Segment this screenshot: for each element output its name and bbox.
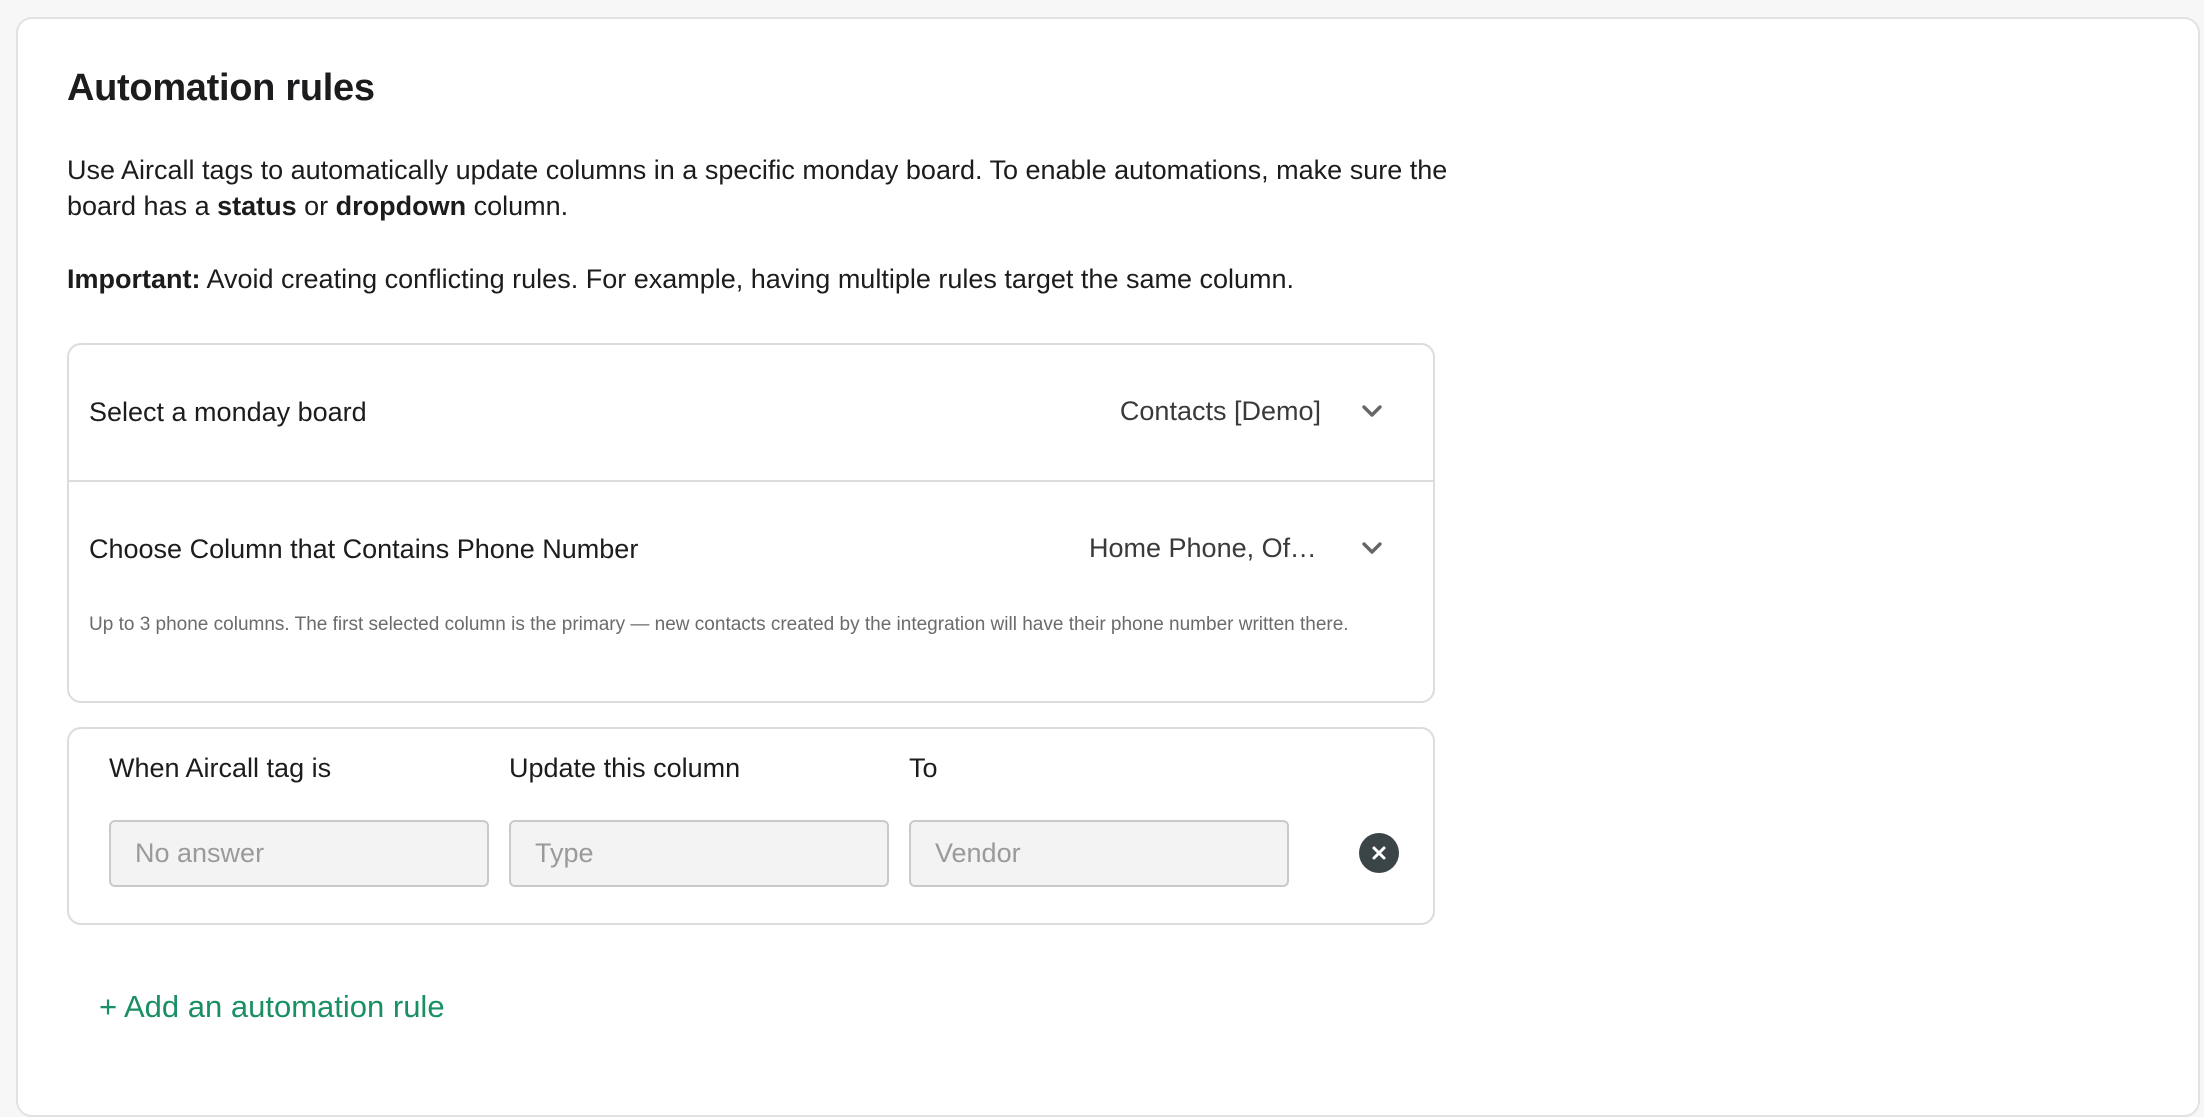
description-dropdown-word: dropdown (335, 191, 467, 221)
phone-column-hint: Up to 3 phone columns. The first selecte… (89, 614, 1349, 635)
chevron-down-icon (1361, 400, 1383, 422)
tag-input[interactable] (109, 820, 489, 887)
close-icon (1372, 846, 1386, 860)
board-select[interactable]: Contacts [Demo] (1120, 391, 1383, 431)
board-settings: Select a monday board Contacts [Demo] Ch… (67, 343, 1435, 703)
chevron-down-icon (1361, 537, 1383, 559)
column-input[interactable] (509, 820, 889, 887)
description: Use Aircall tags to automatically update… (67, 152, 1467, 224)
add-automation-rule-button[interactable]: + Add an automation rule (99, 989, 445, 1025)
page-title: Automation rules (67, 67, 375, 109)
important-text: Avoid creating conflicting rules. For ex… (200, 264, 1295, 294)
value-input[interactable] (909, 820, 1289, 887)
phone-column-label: Choose Column that Contains Phone Number (89, 534, 639, 564)
tag-column-header: When Aircall tag is (109, 753, 332, 783)
board-select-row: Select a monday board Contacts [Demo] (69, 345, 1433, 482)
description-text-2: or (296, 191, 336, 221)
phone-column-value: Home Phone, Office Phone (1089, 532, 1321, 563)
update-column-header: Update this column (509, 753, 741, 783)
to-column-header: To (909, 753, 938, 783)
description-status-word: status (217, 191, 297, 221)
phone-column-select[interactable]: Home Phone, Office Phone (1089, 528, 1383, 568)
automation-rules-card: Automation rules Use Aircall tags to aut… (16, 17, 2200, 1117)
important-note: Important: Avoid creating conflicting ru… (67, 261, 1487, 297)
board-select-label: Select a monday board (89, 397, 367, 427)
automation-rule: When Aircall tag is Update this column T… (67, 727, 1435, 925)
description-text-3: column. (466, 191, 569, 221)
important-label: Important: (67, 264, 201, 294)
phone-column-row: Choose Column that Contains Phone Number… (69, 482, 1433, 703)
remove-rule-button[interactable] (1359, 833, 1399, 873)
board-select-value: Contacts [Demo] (1119, 395, 1321, 426)
